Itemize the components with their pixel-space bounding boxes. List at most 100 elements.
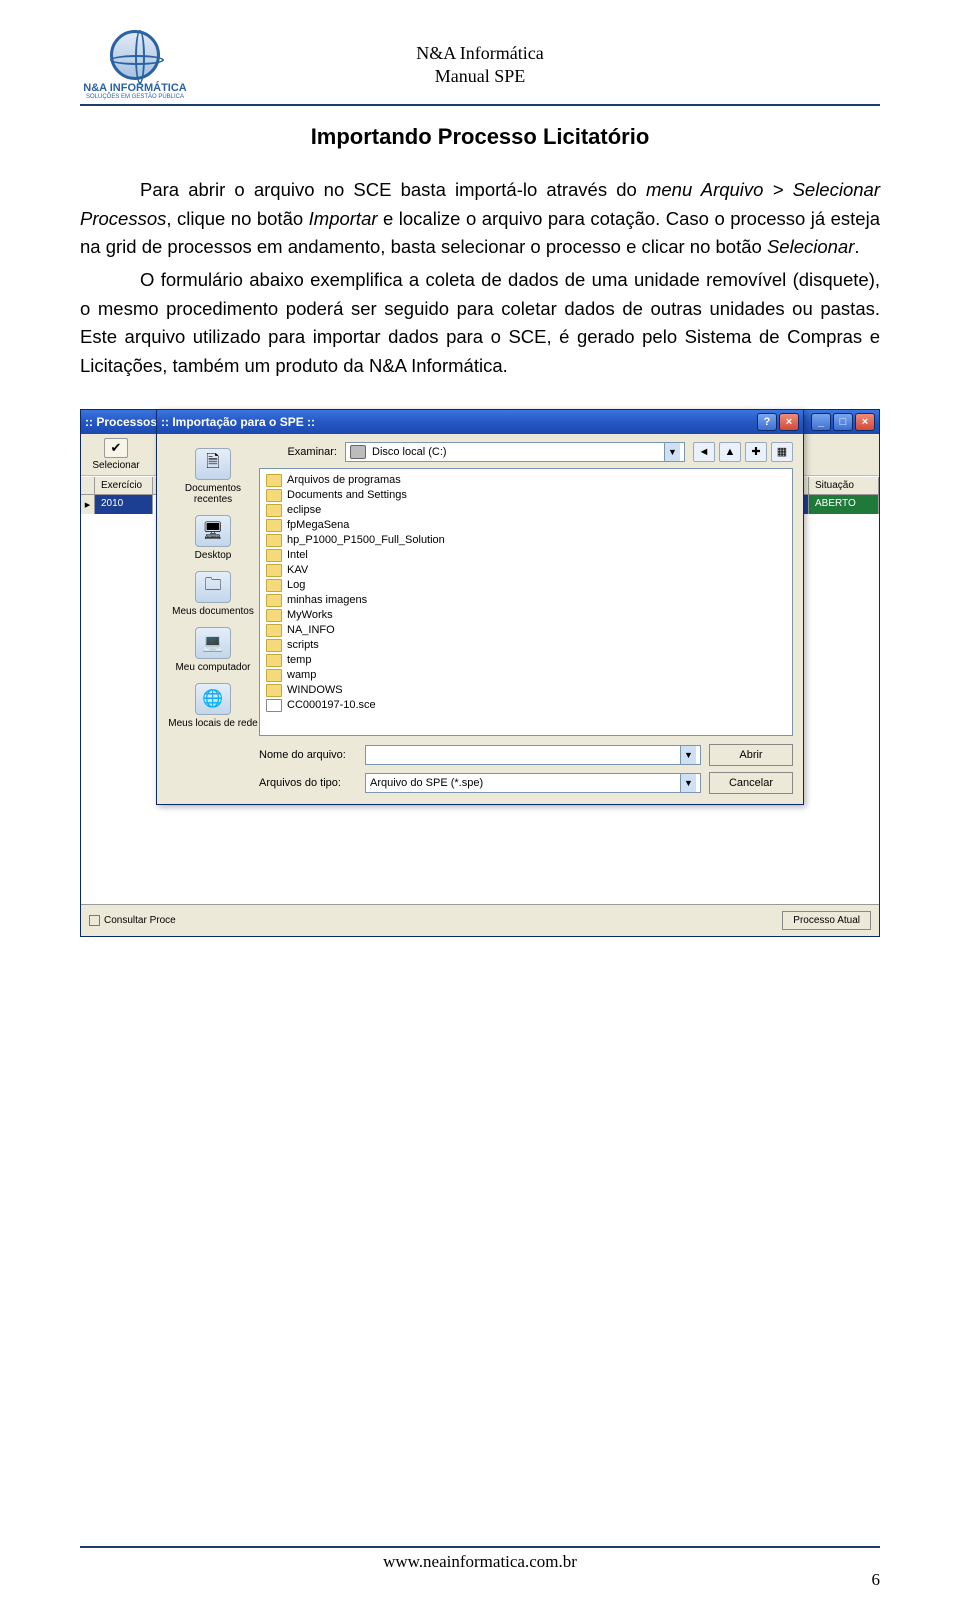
- file-name: wamp: [287, 669, 316, 681]
- processo-atual-button[interactable]: Processo Atual: [782, 911, 871, 930]
- file-item[interactable]: Log: [266, 578, 786, 593]
- minimize-icon[interactable]: _: [811, 413, 831, 431]
- file-item[interactable]: MyWorks: [266, 608, 786, 623]
- folder-icon: [266, 639, 282, 652]
- folder-icon: [266, 549, 282, 562]
- close-icon[interactable]: ×: [855, 413, 875, 431]
- places-bar: 🗎 Documentos recentes 🖥Desktop 🗀Meus docume…: [167, 442, 259, 794]
- file-name: fpMegaSena: [287, 519, 349, 531]
- page-number: 6: [872, 1570, 881, 1590]
- place-meus-documentos[interactable]: 🗀Meus documentos: [167, 571, 259, 617]
- place-icon: 💻: [195, 627, 231, 659]
- file-item[interactable]: NA_INFO: [266, 623, 786, 638]
- filetype-value: Arquivo do SPE (*.spe): [370, 777, 483, 789]
- p1-g: .: [854, 236, 859, 257]
- file-item[interactable]: fpMegaSena: [266, 518, 786, 533]
- footer-left-label: Consultar Proce: [104, 915, 176, 926]
- import-dialog: :: Importação para o SPE :: ? × 🗎Documen…: [156, 409, 804, 805]
- filetype-label: Arquivos do tipo:: [259, 777, 357, 789]
- file-item[interactable]: Arquivos de programas: [266, 473, 786, 488]
- dialog-help-icon[interactable]: ?: [757, 413, 777, 431]
- file-item[interactable]: WINDOWS: [266, 683, 786, 698]
- file-name: minhas imagens: [287, 594, 367, 606]
- file-name: eclipse: [287, 504, 321, 516]
- outer-footer: Consultar Proce Processo Atual: [81, 904, 879, 936]
- nav-icon-0[interactable]: ◄: [693, 442, 715, 462]
- body-text: Para abrir o arquivo no SCE basta import…: [80, 176, 880, 381]
- paragraph-2: O formulário abaixo exemplifica a coleta…: [80, 266, 880, 381]
- cell-exercicio: 2010: [95, 495, 153, 514]
- folder-icon: [266, 624, 282, 637]
- file-icon: [266, 699, 282, 712]
- folder-icon: [266, 519, 282, 532]
- place-icon: 🗀: [195, 571, 231, 603]
- file-name: temp: [287, 654, 311, 666]
- footer-rule: [80, 1546, 880, 1548]
- file-name: scripts: [287, 639, 319, 651]
- chevron-down-icon[interactable]: ▼: [664, 443, 680, 461]
- file-name: Intel: [287, 549, 308, 561]
- file-item[interactable]: CC000197-10.sce: [266, 698, 786, 713]
- logo-title: N&A INFORMÁTICA: [83, 82, 186, 94]
- maximize-icon[interactable]: □: [833, 413, 853, 431]
- globe-icon: [110, 30, 160, 80]
- filename-label: Nome do arquivo:: [259, 749, 357, 761]
- file-name: MyWorks: [287, 609, 333, 621]
- folder-icon: [266, 564, 282, 577]
- checkbox[interactable]: [89, 915, 100, 926]
- screenshot: :: Processos em Andamento :: _ □ × ✔Sele…: [80, 409, 880, 937]
- toolbar-icon: ✔: [104, 438, 128, 458]
- chevron-down-icon[interactable]: ▼: [680, 746, 696, 764]
- folder-icon: [266, 489, 282, 502]
- folder-icon: [266, 504, 282, 517]
- p1-a: Para abrir o arquivo no SCE basta import…: [140, 179, 646, 200]
- drive-combo[interactable]: Disco local (C:) ▼: [345, 442, 685, 462]
- page-title: Importando Processo Licitatório: [80, 124, 880, 150]
- place-label: Documentos recentes: [167, 483, 259, 505]
- nav-icon-3[interactable]: ▦: [771, 442, 793, 462]
- folder-icon: [266, 684, 282, 697]
- file-name: Documents and Settings: [287, 489, 407, 501]
- disk-icon: [350, 445, 366, 459]
- file-item[interactable]: eclipse: [266, 503, 786, 518]
- footer-url: www.neainformatica.com.br: [383, 1552, 577, 1571]
- col-situacao[interactable]: Situação: [809, 477, 879, 494]
- nav-icon-2[interactable]: ✚: [745, 442, 767, 462]
- header-rule: [80, 104, 880, 106]
- file-item[interactable]: wamp: [266, 668, 786, 683]
- file-item[interactable]: Intel: [266, 548, 786, 563]
- dialog-close-icon[interactable]: ×: [779, 413, 799, 431]
- cancel-button[interactable]: Cancelar: [709, 772, 793, 794]
- filename-field[interactable]: ▼: [365, 745, 701, 765]
- place-icon: 🌐: [195, 683, 231, 715]
- dialog-titlebar[interactable]: :: Importação para o SPE :: ? ×: [157, 410, 803, 434]
- filetype-field[interactable]: Arquivo do SPE (*.spe) ▼: [365, 773, 701, 793]
- row-pointer-icon: ▸: [81, 495, 95, 514]
- file-item[interactable]: hp_P1000_P1500_Full_Solution: [266, 533, 786, 548]
- dialog-title-text: :: Importação para o SPE ::: [161, 415, 757, 429]
- toolbar-selecionar[interactable]: ✔Selecionar: [87, 438, 145, 471]
- folder-icon: [266, 534, 282, 547]
- chevron-down-icon[interactable]: ▼: [680, 774, 696, 792]
- place-desktop[interactable]: 🖥Desktop: [167, 515, 259, 561]
- place-meu-computador[interactable]: 💻 Meu computador: [167, 627, 259, 673]
- file-name: Arquivos de programas: [287, 474, 401, 486]
- header-line1: N&A Informática: [190, 42, 770, 65]
- file-item[interactable]: KAV: [266, 563, 786, 578]
- file-item[interactable]: Documents and Settings: [266, 488, 786, 503]
- file-item[interactable]: temp: [266, 653, 786, 668]
- place-meus-locais-de-rede[interactable]: 🌐Meus locais de rede: [167, 683, 259, 729]
- file-item[interactable]: scripts: [266, 638, 786, 653]
- place-icon: 🗎: [195, 448, 231, 480]
- place-documentos-recentes[interactable]: 🗎 Documentos recentes: [167, 448, 259, 505]
- p1-f: Selecionar: [767, 236, 854, 257]
- place-label: Meu computador: [167, 662, 259, 673]
- file-list[interactable]: Arquivos de programas Documents and Setti…: [259, 468, 793, 736]
- open-button[interactable]: Abrir: [709, 744, 793, 766]
- folder-icon: [266, 609, 282, 622]
- col-exercicio[interactable]: Exercício: [95, 477, 153, 494]
- folder-icon: [266, 594, 282, 607]
- company-logo: N&A INFORMÁTICA SOLUÇÕES EM GESTÃO PÚBLI…: [80, 30, 190, 100]
- file-item[interactable]: minhas imagens: [266, 593, 786, 608]
- nav-icon-1[interactable]: ▲: [719, 442, 741, 462]
